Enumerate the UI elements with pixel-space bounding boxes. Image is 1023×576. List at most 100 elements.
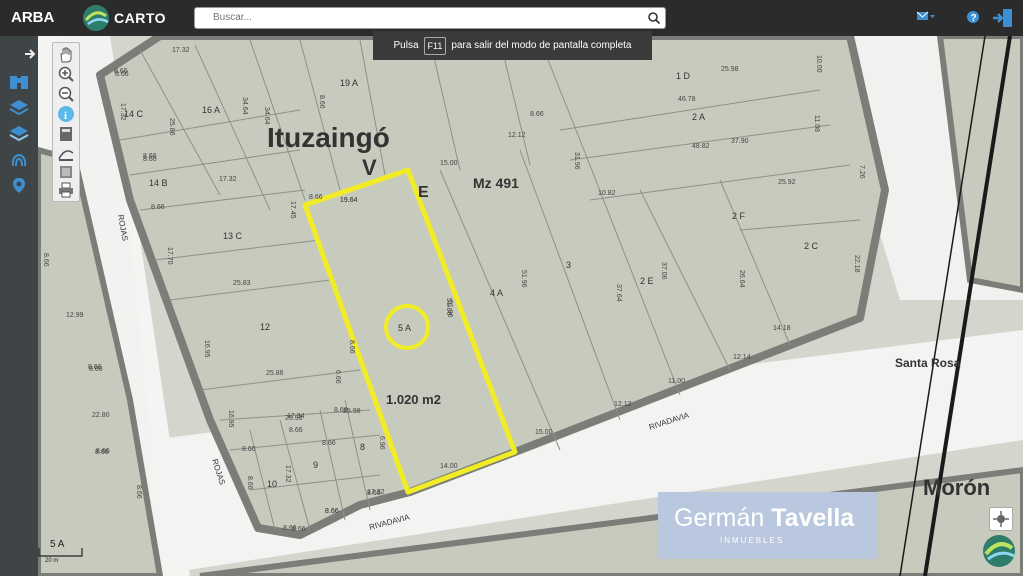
layers-icon[interactable] (8, 98, 30, 118)
measure-label: 17.32 (119, 103, 126, 121)
zoom-out-icon[interactable] (57, 85, 75, 103)
parcel-label: 2 E (640, 276, 654, 286)
arba-logo: ARBA (11, 9, 55, 26)
measure-label: 34.64 (263, 107, 270, 125)
label-ituzaingo: Ituzaingó (267, 122, 390, 153)
measure-label: 22.80 (92, 412, 110, 419)
measure-label: 19.64 (340, 197, 358, 204)
locate-button[interactable] (989, 507, 1013, 531)
measure-label: 11.08 (813, 115, 820, 132)
measure-label: 10.82 (598, 190, 616, 197)
measure-label: 17.34 (287, 413, 305, 420)
parcel-label: 14 B (149, 178, 168, 188)
parcel-label: 9 (313, 460, 318, 470)
mail-icon[interactable] (916, 10, 936, 24)
realtor-brand-box: Germán Tavella INMUEBLES (658, 492, 878, 559)
measure-label: 8.66 (246, 476, 253, 490)
help-icon[interactable]: ? (966, 10, 980, 24)
measure-label: 10.00 (815, 55, 822, 73)
scale-sublabel: 20 m (45, 558, 59, 564)
label-area: 1.020 m2 (386, 392, 441, 407)
parcel-label: 16 A (202, 105, 220, 115)
layers-tool-icon[interactable] (57, 163, 75, 181)
measure-label: 8.66 (242, 446, 256, 453)
label-moron: Morón (923, 475, 990, 500)
parcel-label: 10 (267, 479, 277, 489)
layers-alt-icon[interactable] (8, 124, 30, 144)
measure-label: 16.95 (203, 340, 210, 358)
notice-before: Pulsa (393, 40, 419, 51)
map-canvas[interactable]: Ituzaingó V E Mz 491 5 A 1.020 m2 Santa … (0, 0, 1023, 576)
measure-label: 17.70 (166, 247, 173, 265)
measure-label: 8.66 (114, 68, 128, 75)
measure-label: 8.66 (325, 508, 339, 515)
measure-label: 46.78 (678, 96, 696, 103)
measure-label: 17.45 (289, 201, 296, 219)
measure-label: 8.66 (289, 427, 303, 434)
brand-subtitle: INMUEBLES (720, 536, 785, 545)
parcel-label: 1 D (676, 71, 691, 81)
measure-label: 8.66 (95, 449, 109, 456)
notice-after: para salir del modo de pantalla completa (451, 40, 632, 51)
info-icon[interactable]: i (57, 105, 75, 123)
calculator-icon[interactable] (57, 125, 75, 143)
measure-label: 25.98 (721, 66, 739, 73)
measure-label: 37.90 (731, 138, 749, 145)
pan-hand-icon[interactable] (57, 46, 75, 64)
parcel-label: 12 (260, 322, 270, 332)
fingerprint-icon[interactable] (8, 150, 30, 170)
binoculars-icon[interactable] (8, 72, 30, 92)
fullscreen-notice: Pulsa F11 para salir del modo de pantall… (373, 31, 652, 60)
svg-text:i: i (64, 110, 67, 122)
measure-label: 37.06 (660, 262, 667, 280)
measure-label: 6.66 (334, 370, 341, 384)
parcel-label: 19 A (340, 78, 358, 88)
map-marker-icon[interactable] (8, 176, 30, 196)
measure-label: 6.96 (378, 436, 385, 450)
parcel-label: 2 F (732, 211, 746, 221)
login-icon[interactable] (992, 7, 1014, 29)
parcel-label: 2 C (804, 241, 819, 251)
measure-label: 15.00 (440, 160, 458, 167)
scale-bar: 5 A 20 m (38, 539, 98, 570)
left-sidebar (0, 36, 38, 576)
measure-label: 8.66 (318, 95, 325, 109)
brand-last-name: Tavella (771, 504, 855, 532)
search-icon[interactable] (647, 11, 661, 25)
measure-label: 15.00 (535, 429, 553, 436)
measure-label: 8.66 (530, 111, 544, 118)
measure-label: 25.86 (266, 370, 284, 377)
measure-label: 25.86 (168, 118, 175, 136)
map-toolbar: i (52, 42, 80, 202)
measure-label: 8.66 (89, 366, 103, 373)
measure-label: 8.66 (309, 194, 323, 201)
measure-label: 8.66 (143, 153, 157, 160)
measure-label: 25.98 (343, 408, 361, 415)
measure-label: 12.99 (66, 312, 84, 319)
parcel-label: 3 (566, 260, 571, 270)
brand-name: Germán Tavella (674, 504, 854, 533)
measure-label: 51.96 (520, 270, 527, 288)
measure-label: 12.12 (508, 132, 526, 139)
carto-globe-icon[interactable] (982, 534, 1016, 568)
svg-text:?: ? (971, 13, 977, 24)
measure-label: 48.82 (692, 143, 710, 150)
carto-label: CARTO (114, 10, 167, 26)
measure-label: 26.64 (738, 270, 745, 288)
measure-label: 22.18 (853, 255, 860, 273)
measure-label: 8.66 (42, 253, 49, 267)
carto-logo: CARTO (82, 4, 166, 32)
measure-label: 14.18 (773, 325, 791, 332)
measure-label: 34.64 (241, 97, 248, 115)
zoom-in-icon[interactable] (57, 65, 75, 83)
print-icon[interactable] (57, 181, 75, 199)
search-input[interactable] (211, 11, 635, 24)
measure-icon[interactable] (57, 145, 75, 163)
measure-label: 8.66 (322, 440, 336, 447)
arrow-right-icon[interactable] (24, 48, 36, 60)
label-block: Mz 491 (473, 175, 519, 191)
brand-first-name: Germán (674, 504, 765, 532)
measure-label: 17.32 (284, 465, 291, 483)
search-box[interactable] (194, 7, 666, 29)
measure-label: 8.66 (151, 204, 165, 211)
